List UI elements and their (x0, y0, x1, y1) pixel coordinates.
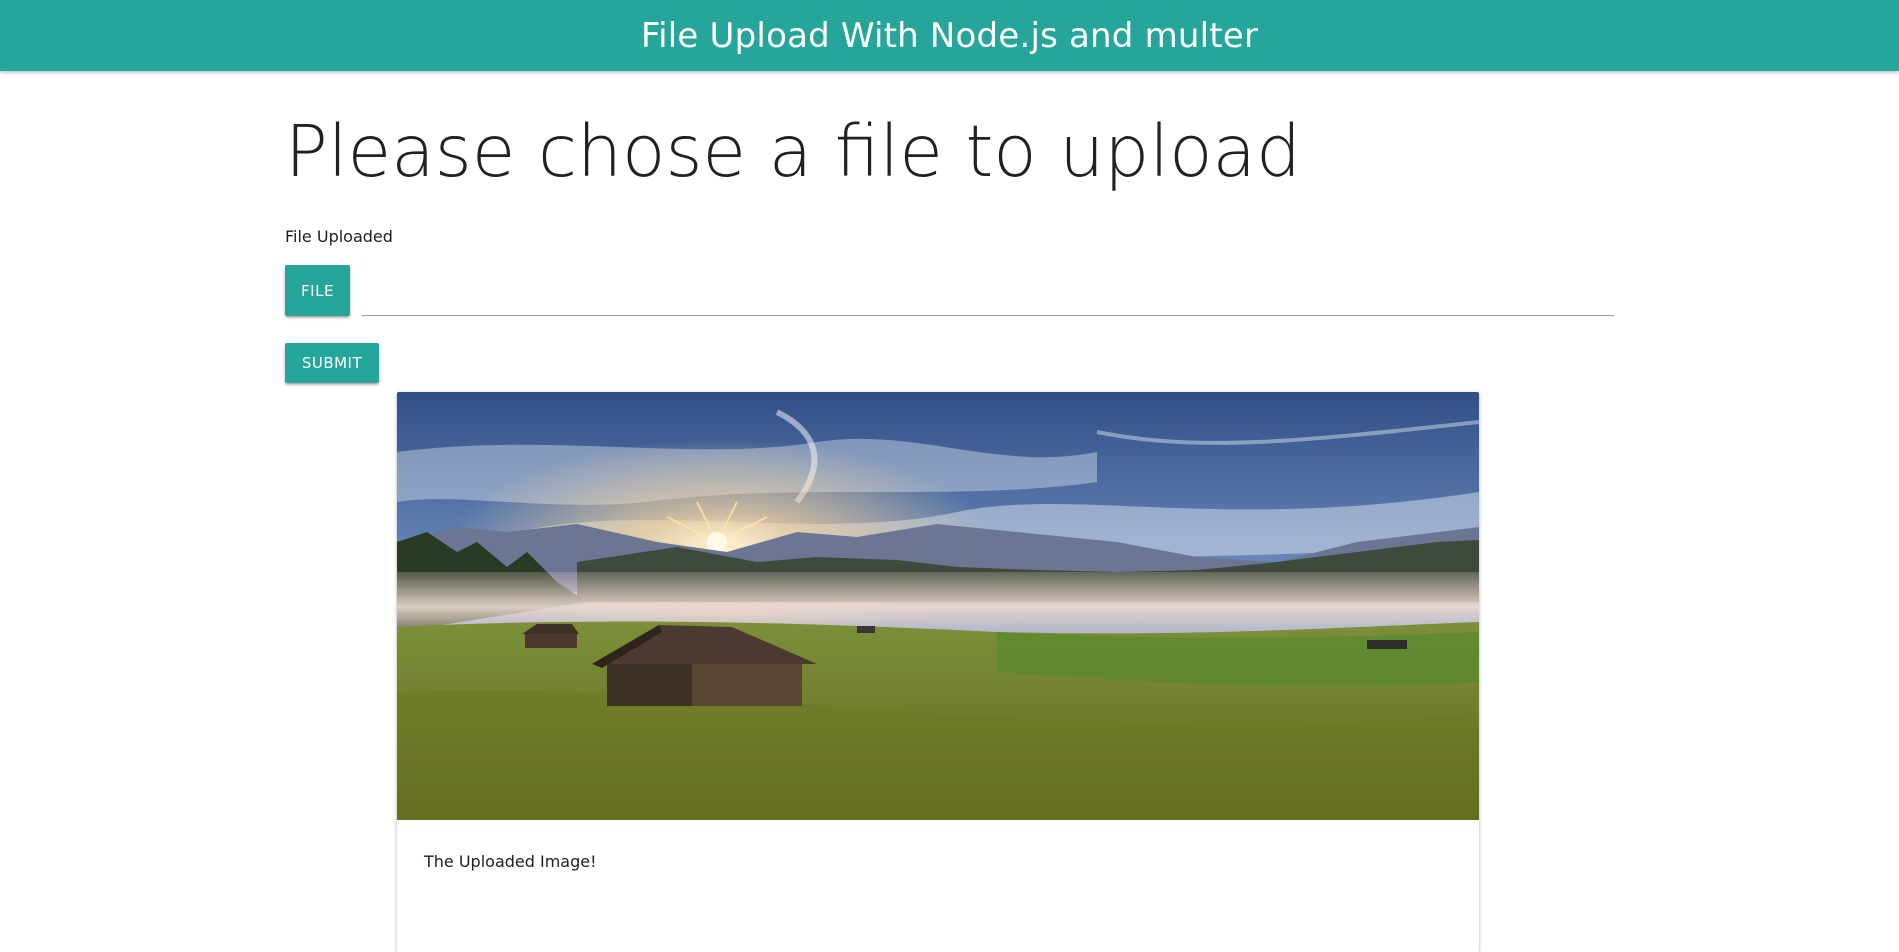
file-path-input[interactable] (362, 271, 1614, 316)
landscape-photo (397, 392, 1479, 820)
file-button-label: FILE (301, 281, 334, 300)
top-navbar: File Upload With Node.js and multer (0, 0, 1899, 71)
navbar-title: File Upload With Node.js and multer (640, 15, 1259, 56)
page-title: Please chose a file to upload (285, 110, 1302, 193)
uploaded-image-card: The Uploaded Image! (397, 392, 1479, 952)
uploaded-image (397, 392, 1479, 820)
card-caption: The Uploaded Image! (424, 852, 597, 871)
file-select-button[interactable]: FILE (285, 265, 350, 316)
upload-status-text: File Uploaded (285, 227, 393, 246)
submit-button[interactable]: SUBMIT (285, 343, 379, 383)
submit-button-label: SUBMIT (301, 354, 363, 372)
